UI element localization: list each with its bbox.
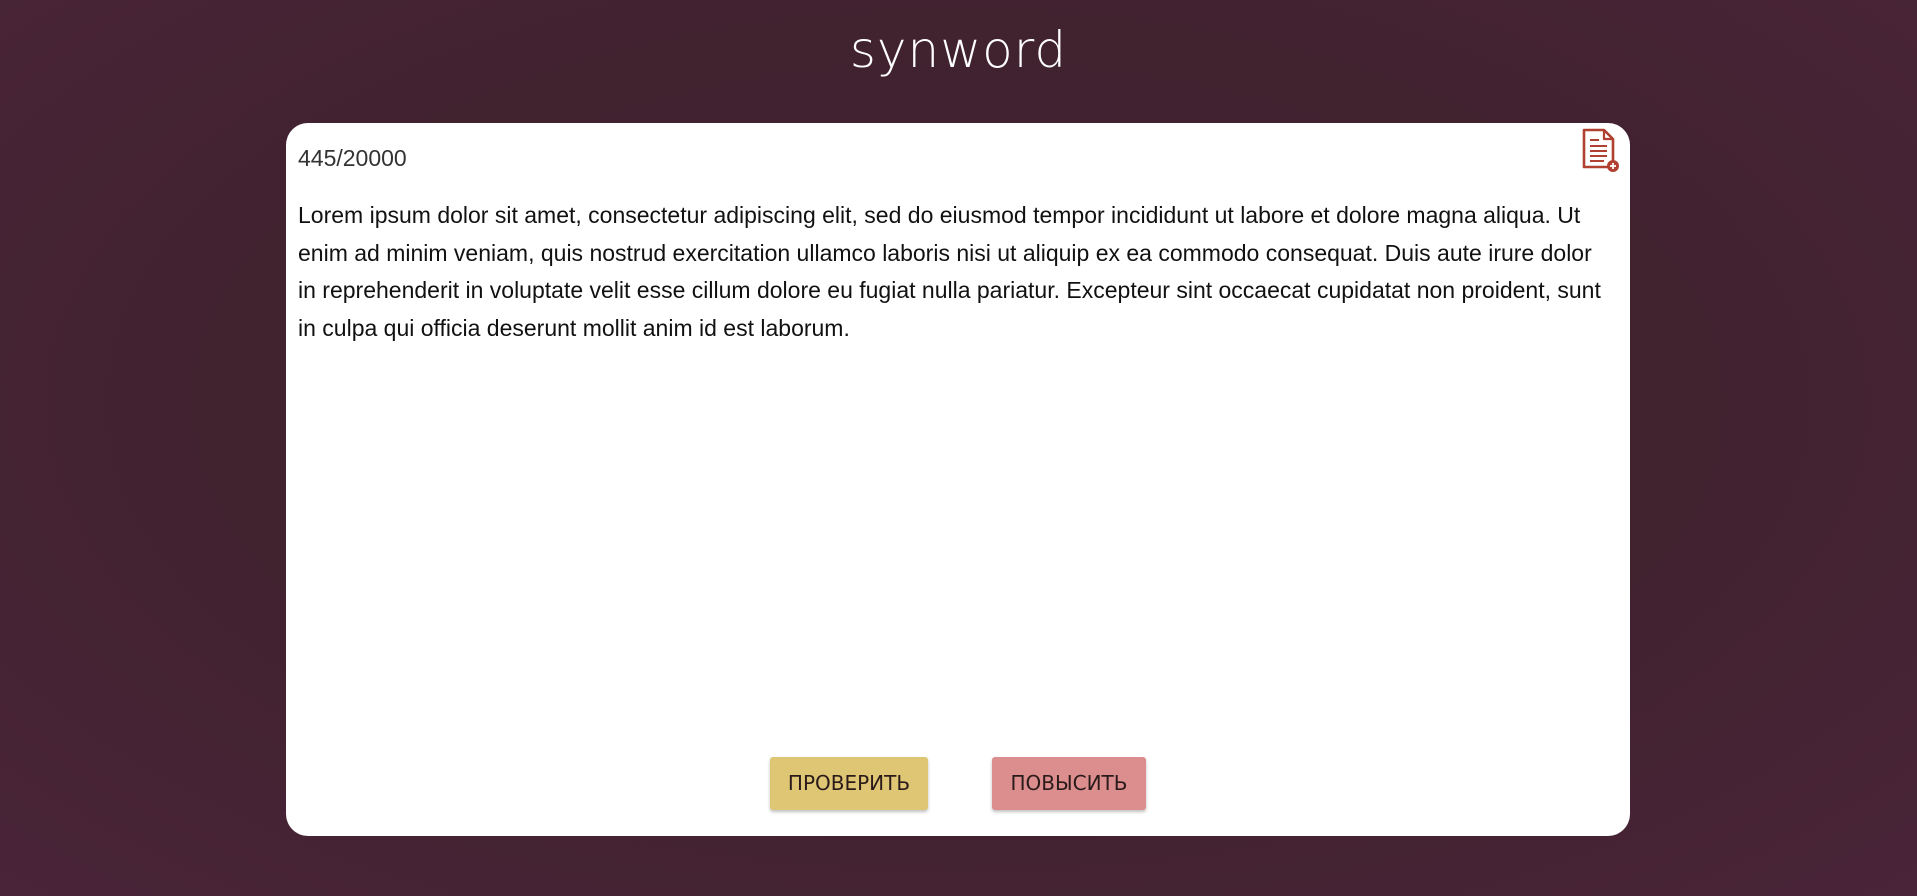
char-counter: 445/20000 — [298, 145, 407, 171]
boost-button[interactable]: ПОВЫСИТЬ — [992, 757, 1146, 810]
logo: synword — [849, 21, 1068, 79]
add-document-icon[interactable] — [1580, 127, 1620, 173]
check-button[interactable]: ПРОВЕРИТЬ — [770, 757, 928, 810]
text-input[interactable]: Lorem ipsum dolor sit amet, consectetur … — [298, 197, 1608, 347]
editor-card: 445/20000 Lorem ipsum dolor sit amet, co… — [286, 123, 1630, 836]
